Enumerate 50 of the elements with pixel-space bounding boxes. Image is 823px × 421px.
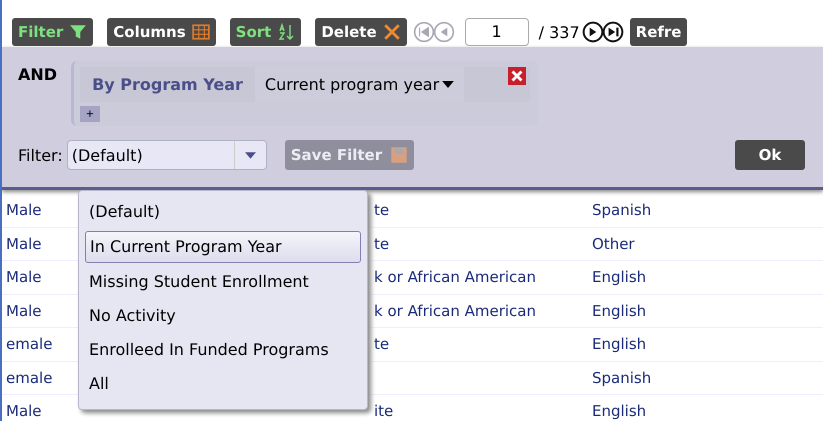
save-icon [390,146,408,164]
table-cell: k or African American [374,302,536,320]
filter-select[interactable]: (Default) [66,140,267,170]
dropdown-option[interactable]: Missing Student Enrollment [85,265,361,299]
close-icon [382,23,401,41]
toolbar-button[interactable]: Columns [107,18,216,46]
page-total: / 337 [538,22,580,42]
table-cell: Male [6,268,42,286]
caret-icon [442,81,454,88]
table-cell: te [374,335,390,354]
table-cell: te [374,234,390,253]
ok-button[interactable]: Ok [735,140,805,170]
table-cell: Spanish [592,202,652,218]
table-cell: ite [374,402,394,420]
table-cell: emale [6,335,52,354]
table-cell: k or African American [374,268,536,286]
table-icon [192,23,210,41]
page-field[interactable]: 1 [464,18,529,46]
dropdown-option[interactable]: No Activity [85,299,361,333]
toolbar-button[interactable]: Filter [12,18,94,46]
dropdown-option[interactable]: All [85,367,361,401]
table-cell: English [592,269,646,286]
table-cell: Male [6,302,42,320]
table-cell: Other [592,236,635,252]
dropdown-option[interactable]: Enrolleed In Funded Programs [85,333,361,367]
table-cell: Male [6,402,42,420]
remove-icon[interactable] [508,67,526,85]
dropdown-option[interactable]: In Current Program Year [85,231,361,263]
condition-value-dropdown[interactable]: Current program year [254,67,464,102]
table-cell: Spanish [592,370,652,386]
table-cell: emale [6,368,52,387]
operator-label: AND [18,64,58,86]
funnel-icon [69,23,88,41]
refresh-button[interactable]: Refre [630,18,688,46]
condition-field: By Program Year [80,67,255,102]
caret-icon [244,152,256,158]
table-cell: te [374,201,390,220]
last-page-icon[interactable] [602,21,624,43]
add-condition-button[interactable]: + [80,106,100,122]
filter-label: Filter: [18,146,63,164]
toolbar-button[interactable]: Delete [315,18,407,46]
table-cell: English [592,336,646,352]
table-cell: Male [6,234,42,253]
table-cell: English [592,403,646,420]
toolbar-button[interactable]: Sort [230,18,302,46]
dropdown-option[interactable]: (Default) [85,195,361,229]
table-cell: Male [6,201,42,220]
next-page-icon[interactable] [582,21,604,43]
sort-icon [277,23,296,41]
table-cell: English [592,302,646,319]
